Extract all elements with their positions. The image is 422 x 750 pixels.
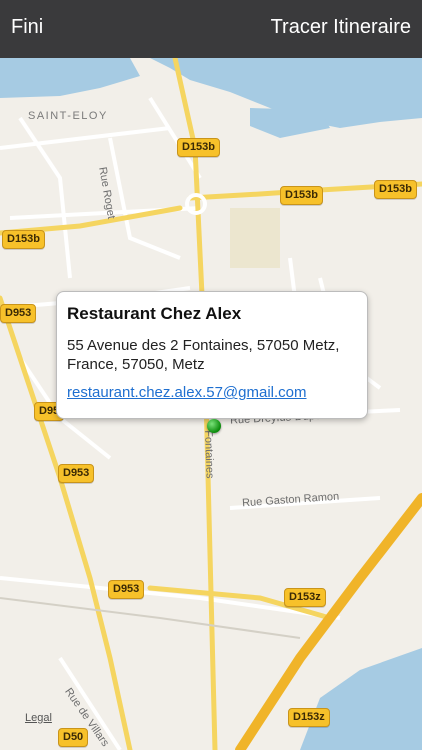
road-tag: D153z	[284, 588, 326, 607]
road-tag: D153b	[2, 230, 46, 249]
road-tag: D953	[0, 304, 37, 323]
street-label: Fontaines	[202, 430, 216, 479]
done-button[interactable]: Fini	[11, 16, 43, 39]
location-callout[interactable]: Restaurant Chez Alex 55 Avenue des 2 Fon…	[56, 291, 368, 419]
route-button[interactable]: Tracer Itineraire	[271, 16, 411, 39]
road-tag: D153b	[374, 180, 418, 199]
callout-email-link[interactable]: restaurant.chez.alex.57@gmail.com	[67, 384, 307, 401]
road-tag: D153b	[280, 186, 324, 205]
callout-address: 55 Avenue des 2 Fontaines, 57050 Metz, F…	[67, 337, 340, 373]
legal-link[interactable]: Legal	[25, 712, 52, 724]
navigation-bar: Fini Tracer Itineraire	[0, 0, 422, 58]
place-label: SAINT-ELOY	[28, 110, 108, 122]
road-tag: D953	[108, 580, 145, 599]
callout-title: Restaurant Chez Alex	[67, 304, 242, 323]
road-tag: D153b	[177, 138, 221, 157]
map-pin-icon[interactable]	[207, 419, 221, 433]
road-tag: D953	[58, 464, 95, 483]
road-tag: D50	[58, 728, 89, 747]
road-tag: D153z	[288, 708, 330, 727]
